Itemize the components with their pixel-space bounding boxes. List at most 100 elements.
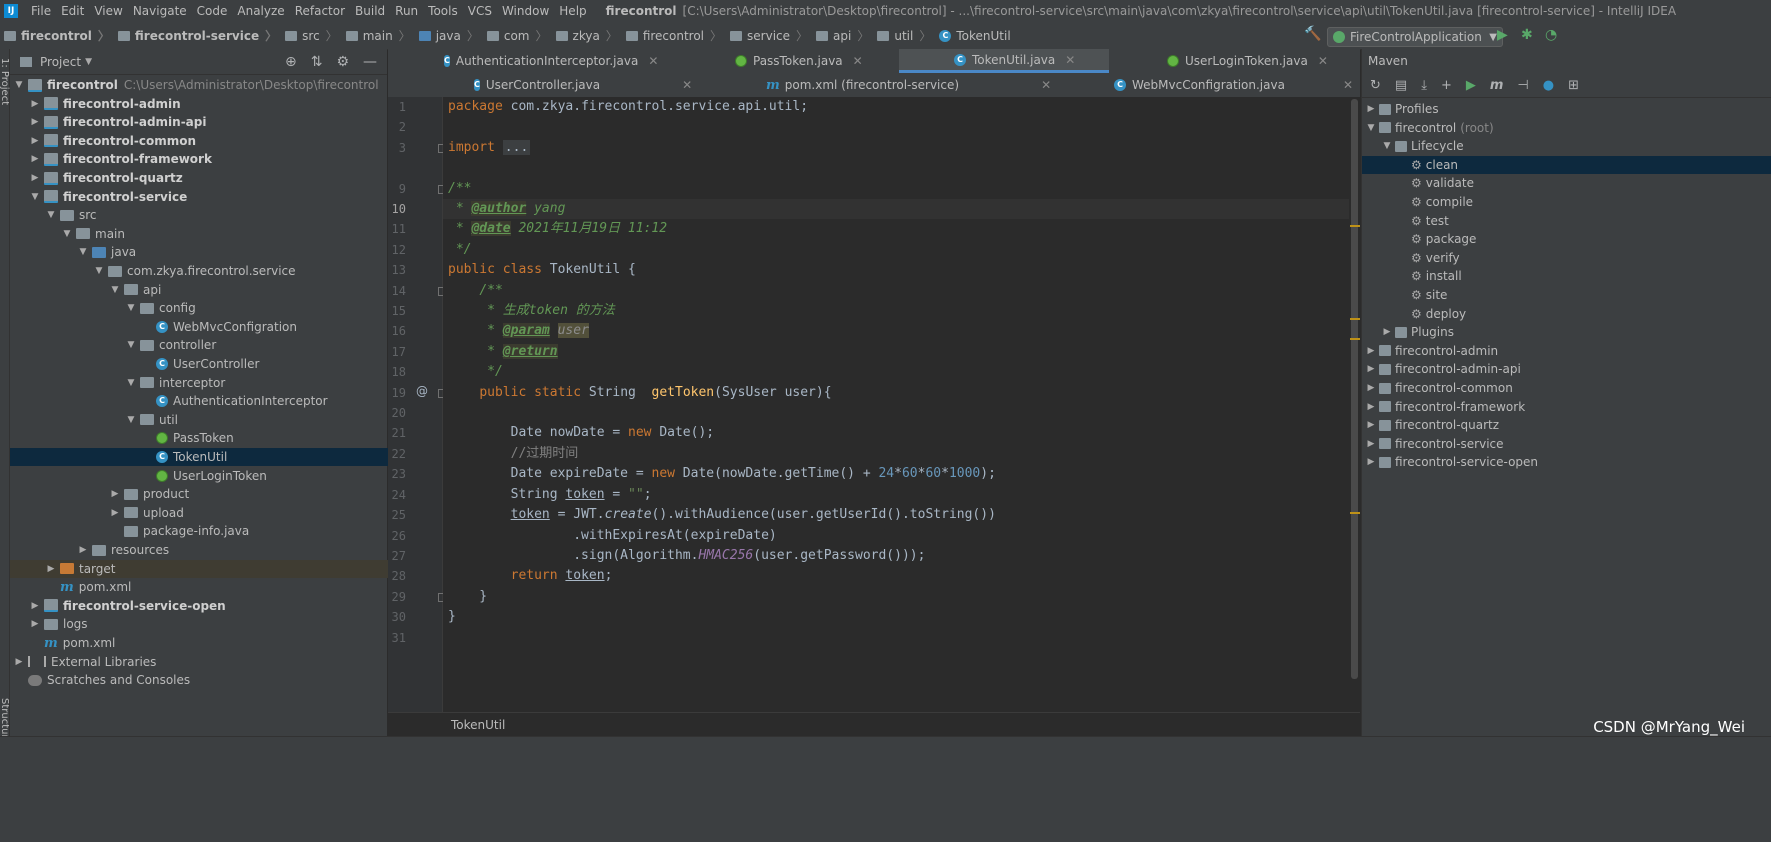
tree-item[interactable]: ▼ main — [10, 225, 439, 243]
breadcrumb-item[interactable]: api 〉 — [812, 27, 873, 44]
breadcrumb-item[interactable]: firecontrol 〉 — [622, 27, 726, 44]
editor-scrollbar[interactable] — [1349, 97, 1360, 712]
editor-breadcrumb[interactable]: TokenUtil — [451, 718, 505, 732]
tree-item[interactable]: ▶ firecontrol-common — [10, 132, 407, 150]
tab-authentication-interceptor[interactable]: C AuthenticationInterceptor.java ✕ — [444, 49, 658, 73]
close-icon[interactable]: ✕ — [1065, 53, 1075, 67]
maven-tree-item[interactable]: ▶ firecontrol-admin-api — [1362, 360, 1771, 378]
chevron-right-icon[interactable]: ▶ — [78, 545, 88, 555]
tab-pom-xml[interactable]: m pom.xml (firecontrol-service) ✕ — [766, 73, 1051, 97]
project-tool-window-button[interactable]: 1: Project — [0, 58, 10, 105]
debug-icon[interactable]: ✱ — [1521, 27, 1533, 43]
run-icon[interactable]: ▶ — [1466, 78, 1476, 93]
chevron-down-icon[interactable]: ▼ — [126, 415, 136, 425]
chevron-down-icon[interactable]: ▼ — [126, 340, 136, 350]
chevron-down-icon[interactable]: ▼ — [62, 229, 72, 239]
tree-item[interactable]: ▶ firecontrol-quartz — [10, 169, 407, 187]
build-hammer-icon[interactable]: 🔨 — [1304, 26, 1321, 42]
tab-usercontroller[interactable]: C UserController.java ✕ — [474, 73, 692, 97]
warning-marker[interactable] — [1350, 512, 1360, 514]
menu-build[interactable]: Build — [350, 4, 390, 18]
maven-tree-item[interactable]: ⚙ validate — [1362, 174, 1771, 192]
menu-file[interactable]: File — [26, 4, 56, 18]
menu-edit[interactable]: Edit — [56, 4, 89, 18]
menu-analyze[interactable]: Analyze — [232, 4, 289, 18]
warning-marker[interactable] — [1350, 338, 1360, 340]
show-dependencies-icon[interactable]: ⊞ — [1568, 78, 1579, 93]
maven-tree-item[interactable]: ⚙ test — [1362, 212, 1771, 230]
breadcrumb-item[interactable]: zkya 〉 — [552, 27, 622, 44]
chevron-down-icon[interactable]: ▼ — [14, 80, 24, 90]
chevron-down-icon[interactable]: ▼ — [110, 285, 120, 295]
tree-item[interactable]: ▼ firecontrol-service — [10, 188, 407, 206]
maven-tree-item[interactable]: ⚙ clean — [1362, 155, 1771, 174]
tree-item[interactable]: ▶ logs — [10, 615, 407, 633]
menu-window[interactable]: Window — [497, 4, 554, 18]
close-icon[interactable]: ✕ — [1041, 78, 1051, 92]
chevron-right-icon[interactable]: ▶ — [1366, 383, 1376, 393]
menu-tools[interactable]: Tools — [423, 4, 463, 18]
tree-item[interactable]: Scratches and Consoles — [10, 671, 391, 689]
breadcrumb-item[interactable]: java 〉 — [415, 27, 483, 44]
breadcrumb-item[interactable]: service 〉 — [726, 27, 812, 44]
chevron-right-icon[interactable]: ▶ — [110, 508, 120, 518]
locate-icon[interactable]: ⊕ — [285, 54, 297, 70]
chevron-down-icon[interactable]: ▼ — [126, 303, 136, 313]
chevron-right-icon[interactable]: ▶ — [1366, 104, 1376, 114]
chevron-right-icon[interactable]: ▶ — [1382, 327, 1392, 337]
tab-webmvcconfigration[interactable]: C WebMvcConfigration.java ✕ — [1114, 73, 1354, 97]
maven-tree-item[interactable]: ⚙ site — [1362, 286, 1771, 304]
maven-tree-item[interactable]: ⚙ compile — [1362, 193, 1771, 211]
maven-tree-item[interactable]: ⚙ install — [1362, 267, 1771, 285]
chevron-right-icon[interactable]: ▶ — [1366, 439, 1376, 449]
maven-tree-item[interactable]: ⚙ deploy — [1362, 305, 1771, 323]
coverage-icon[interactable]: ◔ — [1545, 27, 1557, 43]
tab-userlogintoken[interactable]: UserLoginToken.java ✕ — [1167, 49, 1357, 73]
chevron-down-icon[interactable]: ▼ — [94, 266, 104, 276]
chevron-right-icon[interactable]: ▶ — [30, 117, 40, 127]
skip-tests-icon[interactable]: ● — [1543, 78, 1554, 93]
tree-item[interactable]: m pom.xml — [10, 578, 423, 596]
chevron-down-icon[interactable]: ▼ — [46, 210, 56, 220]
maven-tree-item[interactable]: ▼ Lifecycle — [1362, 137, 1771, 155]
chevron-right-icon[interactable]: ▶ — [46, 564, 56, 574]
toggle-offline-icon[interactable]: ⊣ — [1517, 78, 1528, 93]
breadcrumb-item[interactable]: com 〉 — [483, 27, 552, 44]
maven-tree-item[interactable]: ▶ Profiles — [1362, 100, 1771, 118]
chevron-right-icon[interactable]: ▶ — [1366, 364, 1376, 374]
maven-tree-item[interactable]: ⚙ verify — [1362, 249, 1771, 267]
maven-tree-item[interactable]: ▼ firecontrol (root) — [1362, 119, 1771, 137]
collapse-all-icon[interactable]: ⇅ — [311, 54, 323, 70]
gear-icon[interactable]: ⚙ — [336, 54, 349, 70]
maven-tree-item[interactable]: ⚙ package — [1362, 230, 1771, 248]
tree-item[interactable]: ▶ firecontrol-framework — [10, 150, 407, 168]
minimize-icon[interactable]: — — [363, 54, 377, 70]
warning-marker[interactable] — [1350, 225, 1360, 227]
tree-item[interactable]: ▶ firecontrol-service-open — [10, 597, 407, 615]
close-icon[interactable]: ✕ — [1343, 78, 1353, 92]
maven-tree-item[interactable]: ▶ firecontrol-admin — [1362, 342, 1771, 360]
menu-refactor[interactable]: Refactor — [290, 4, 350, 18]
project-panel-title[interactable]: Project — [40, 55, 81, 69]
close-icon[interactable]: ✕ — [682, 78, 692, 92]
maven-tree-item[interactable]: ▶ Plugins — [1362, 323, 1771, 341]
menu-run[interactable]: Run — [390, 4, 423, 18]
tree-item[interactable]: ▶ firecontrol-admin-api — [10, 113, 407, 131]
tree-item[interactable]: ▼ firecontrol C:\Users\Administrator\Deskt… — [10, 76, 391, 94]
execute-goal-icon[interactable]: m — [1490, 78, 1504, 93]
chevron-right-icon[interactable]: ▶ — [1366, 402, 1376, 412]
maven-tree-item[interactable]: ▶ firecontrol-service-open — [1362, 453, 1771, 471]
tab-passtoken[interactable]: PassToken.java ✕ — [735, 49, 895, 73]
menu-view[interactable]: View — [89, 4, 127, 18]
breadcrumb-item[interactable]: src 〉 — [281, 27, 342, 44]
chevron-right-icon[interactable]: ▶ — [30, 154, 40, 164]
close-icon[interactable]: ✕ — [648, 54, 658, 68]
run-icon[interactable]: ▶ — [1497, 27, 1508, 43]
maven-tree-item[interactable]: ▶ firecontrol-service — [1362, 435, 1771, 453]
chevron-right-icon[interactable]: ▶ — [14, 657, 24, 667]
chevron-down-icon[interactable]: ▼ — [85, 57, 92, 67]
download-icon[interactable]: ⤓ — [1421, 78, 1427, 93]
breadcrumb-item[interactable]: main 〉 — [342, 27, 415, 44]
scrollbar-thumb[interactable] — [1351, 99, 1358, 679]
chevron-down-icon[interactable]: ▼ — [1366, 123, 1376, 133]
